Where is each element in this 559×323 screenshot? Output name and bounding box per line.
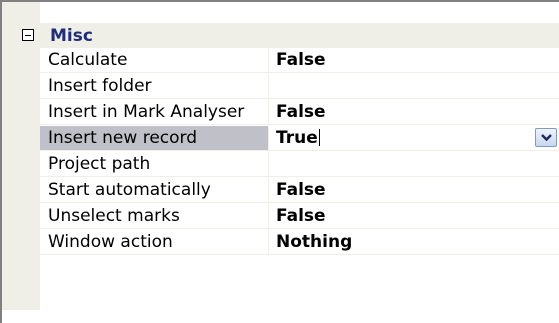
property-name: Project path xyxy=(40,152,268,177)
category-label: Misc xyxy=(50,26,93,46)
property-row-calculate[interactable]: Calculate False xyxy=(40,48,559,73)
property-row-insert-folder[interactable]: Insert folder xyxy=(40,74,559,99)
property-value[interactable] xyxy=(269,74,559,99)
property-value[interactable]: False xyxy=(269,178,559,203)
property-name: Insert folder xyxy=(40,74,268,99)
collapse-minus-icon[interactable] xyxy=(22,29,34,41)
chevron-down-icon xyxy=(541,134,552,142)
property-value-text[interactable]: True xyxy=(276,128,318,148)
property-row-start-automatically[interactable]: Start automatically False xyxy=(40,178,559,203)
property-grid: Misc Calculate False Insert folder Inser… xyxy=(0,0,559,323)
property-name: Insert in Mark Analyser xyxy=(40,100,268,125)
property-row-insert-new-record[interactable]: Insert new record True xyxy=(40,126,559,151)
property-name-selected: Insert new record xyxy=(40,126,268,151)
property-row-window-action[interactable]: Window action Nothing xyxy=(40,230,559,255)
property-row-project-path[interactable]: Project path xyxy=(40,152,559,177)
property-name: Unselect marks xyxy=(40,204,268,229)
property-row-insert-in-mark-analyser[interactable]: Insert in Mark Analyser False xyxy=(40,100,559,125)
property-value[interactable]: False xyxy=(269,100,559,125)
property-value[interactable]: False xyxy=(269,48,559,73)
property-name: Window action xyxy=(40,230,268,255)
text-caret xyxy=(318,129,320,146)
property-row-unselect-marks[interactable]: Unselect marks False xyxy=(40,204,559,229)
grid-border-top xyxy=(0,0,559,2)
property-name: Calculate xyxy=(40,48,268,73)
property-value[interactable]: Nothing xyxy=(269,230,559,255)
property-value[interactable]: False xyxy=(269,204,559,229)
minus-glyph xyxy=(25,35,31,36)
value-dropdown-button[interactable] xyxy=(535,128,557,147)
property-value[interactable] xyxy=(269,152,559,177)
grid-gutter xyxy=(2,2,40,310)
property-name: Start automatically xyxy=(40,178,268,203)
property-value-editor[interactable]: True xyxy=(269,126,559,151)
